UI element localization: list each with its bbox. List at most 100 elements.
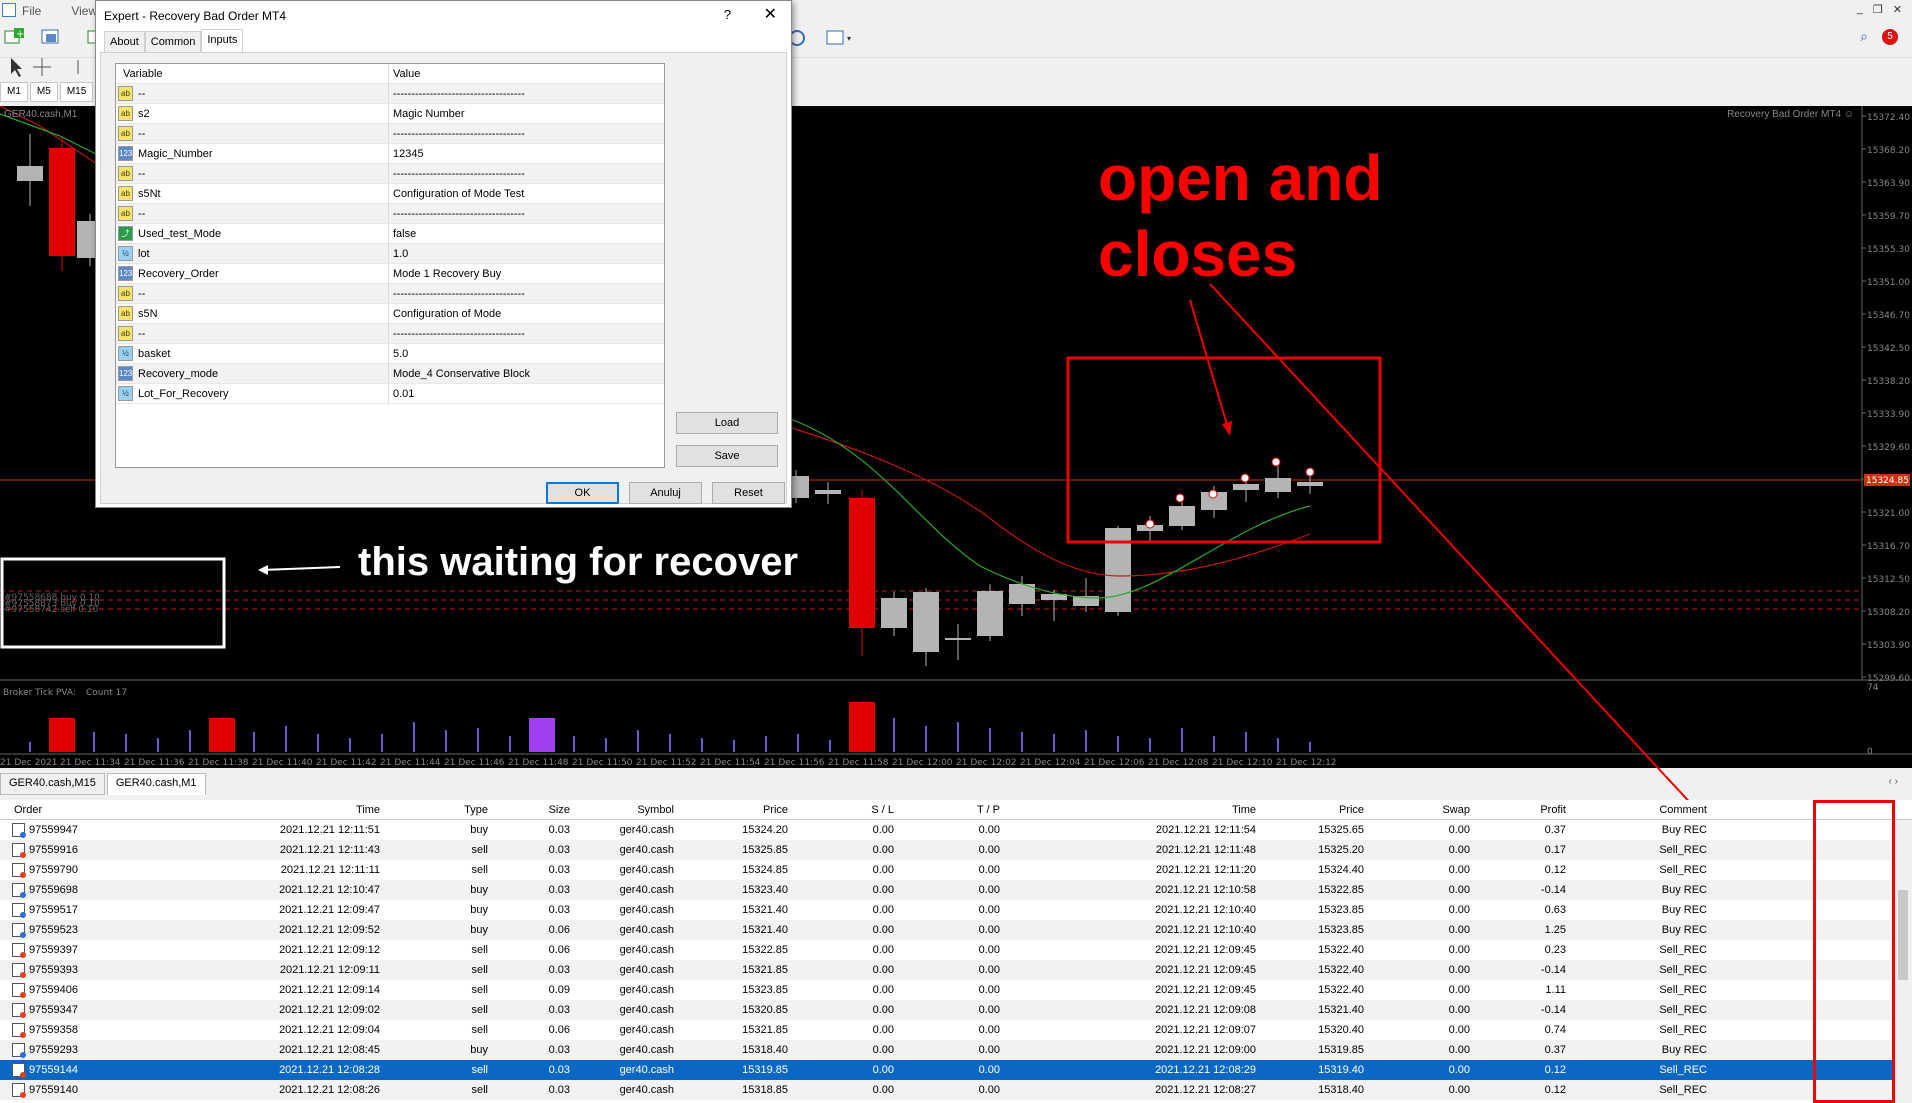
- notification-badge[interactable]: 5: [1882, 28, 1898, 45]
- order-row[interactable]: 97559517 2021.12.21 12:09:47 buy 0.03 ger40.…: [0, 900, 1912, 920]
- input-row[interactable]: ab s5Nt Configuration of Mode Test: [116, 184, 664, 204]
- save-button[interactable]: Save: [676, 445, 778, 467]
- input-variable: ab --: [116, 84, 389, 103]
- input-row[interactable]: ab -- ------------------------------------: [116, 284, 664, 304]
- order-cell-size: 0.03: [548, 864, 570, 876]
- input-value[interactable]: 12345: [389, 148, 424, 160]
- tab-common[interactable]: Common: [144, 31, 202, 54]
- input-value[interactable]: ------------------------------------: [389, 128, 525, 140]
- column-header-size[interactable]: Size: [494, 800, 576, 819]
- input-row[interactable]: 123 Recovery_mode Mode_4 Conservative Bloc…: [116, 364, 664, 384]
- input-row[interactable]: ab -- ------------------------------------: [116, 84, 664, 104]
- input-row[interactable]: 123 Magic_Number 12345: [116, 144, 664, 164]
- input-value[interactable]: Magic Number: [389, 108, 465, 120]
- input-value[interactable]: Mode_4 Conservative Block: [389, 368, 530, 380]
- timeframe-m1[interactable]: M1: [0, 82, 28, 102]
- input-value[interactable]: Mode 1 Recovery Buy: [389, 268, 501, 280]
- order-row[interactable]: 97559790 2021.12.21 12:11:11 sell 0.03 ger40…: [0, 860, 1912, 880]
- close-icon[interactable]: ✕: [1893, 3, 1902, 16]
- order-id: 97559947: [29, 824, 78, 836]
- toolbar-new-chart-icon[interactable]: +: [2, 25, 102, 55]
- timeframe-m15[interactable]: M15: [59, 82, 94, 102]
- order-row[interactable]: 97559406 2021.12.21 12:09:14 sell 0.09 ger40…: [0, 980, 1912, 1000]
- order-row[interactable]: 97559393 2021.12.21 12:09:11 sell 0.03 ger40…: [0, 960, 1912, 980]
- order-cell-profit: 1.25: [1544, 924, 1566, 936]
- input-value[interactable]: ------------------------------------: [389, 328, 525, 340]
- input-row[interactable]: ab -- ------------------------------------: [116, 124, 664, 144]
- reset-button[interactable]: Reset: [712, 482, 785, 504]
- close-icon[interactable]: ✕: [764, 4, 777, 24]
- input-row[interactable]: ½ Lot_For_Recovery 0.01: [116, 384, 664, 404]
- orders-scrollbar[interactable]: [1894, 820, 1912, 1103]
- column-header-close-price[interactable]: Price: [1262, 800, 1370, 819]
- order-row[interactable]: 97559347 2021.12.21 12:09:02 sell 0.03 ger40…: [0, 1000, 1912, 1020]
- chart-tab-m15[interactable]: GER40.cash,M15: [0, 773, 105, 795]
- column-value[interactable]: Value: [389, 68, 420, 80]
- input-value[interactable]: 0.01: [389, 388, 414, 400]
- column-header-sl[interactable]: S / L: [794, 800, 900, 819]
- restore-icon[interactable]: ❐: [1873, 3, 1883, 16]
- ok-button[interactable]: OK: [546, 482, 619, 504]
- order-row[interactable]: 97559144 2021.12.21 12:08:28 sell 0.03 ger40…: [0, 1060, 1912, 1080]
- column-header-time[interactable]: Time: [150, 800, 386, 819]
- column-header-price[interactable]: Price: [680, 800, 794, 819]
- order-cell-close-price: 15324.40: [1318, 864, 1364, 876]
- order-row[interactable]: 97559358 2021.12.21 12:09:04 sell 0.06 ger40…: [0, 1020, 1912, 1040]
- order-row[interactable]: 97559523 2021.12.21 12:09:52 buy 0.06 ger40.…: [0, 920, 1912, 940]
- column-header-profit[interactable]: Profit: [1476, 800, 1572, 819]
- order-cell-tp: 0.00: [978, 1044, 1000, 1056]
- column-header-close-time[interactable]: Time: [1006, 800, 1262, 819]
- timeframe-m5[interactable]: M5: [29, 82, 58, 102]
- order-row[interactable]: 97559698 2021.12.21 12:10:47 buy 0.03 ger40.…: [0, 880, 1912, 900]
- input-value[interactable]: 1.0: [389, 248, 408, 260]
- input-row[interactable]: ½ lot 1.0: [116, 244, 664, 264]
- order-row[interactable]: 97559293 2021.12.21 12:08:45 buy 0.03 ger40.…: [0, 1040, 1912, 1060]
- input-value[interactable]: ------------------------------------: [389, 168, 525, 180]
- order-cell-swap: 0.00: [1448, 984, 1470, 996]
- sell-order-icon: [12, 943, 26, 958]
- load-button[interactable]: Load: [676, 412, 778, 434]
- input-value[interactable]: 5.0: [389, 348, 408, 360]
- toolbar-clock-icon[interactable]: ▾: [785, 26, 855, 56]
- order-row[interactable]: 97559140 2021.12.21 12:08:26 sell 0.03 ger40…: [0, 1080, 1912, 1100]
- sell-order-icon: [12, 963, 26, 978]
- input-value[interactable]: ------------------------------------: [389, 208, 525, 220]
- column-header-symbol[interactable]: Symbol: [576, 800, 680, 819]
- menu-file[interactable]: File: [22, 4, 41, 18]
- input-value[interactable]: Configuration of Mode: [389, 308, 501, 320]
- order-row[interactable]: 97559947 2021.12.21 12:11:51 buy 0.03 ger40.…: [0, 820, 1912, 840]
- input-row[interactable]: ab s2 Magic Number: [116, 104, 664, 124]
- input-row[interactable]: ab -- ------------------------------------: [116, 204, 664, 224]
- input-row[interactable]: ⤴ Used_test_Mode false: [116, 224, 664, 244]
- scroll-thumb[interactable]: [1898, 890, 1908, 980]
- column-header-order[interactable]: Order: [0, 800, 150, 819]
- search-icon[interactable]: ⌕: [1860, 28, 1868, 45]
- order-row[interactable]: 97559397 2021.12.21 12:09:12 sell 0.06 ger40…: [0, 940, 1912, 960]
- cancel-button[interactable]: Anuluj: [629, 482, 702, 504]
- price-tick-label: 15351.00: [1867, 278, 1910, 288]
- column-header-comment[interactable]: Comment: [1561, 800, 1713, 819]
- input-value[interactable]: false: [389, 228, 416, 240]
- chart-tab-m1[interactable]: GER40.cash,M1: [106, 773, 206, 795]
- order-cell-comment: Sell_REC: [1659, 964, 1707, 976]
- input-row[interactable]: ab -- ------------------------------------: [116, 324, 664, 344]
- help-icon[interactable]: ?: [724, 7, 731, 22]
- tab-about[interactable]: About: [104, 31, 145, 54]
- input-row[interactable]: ab -- ------------------------------------: [116, 164, 664, 184]
- input-row[interactable]: 123 Recovery_Order Mode 1 Recovery Buy: [116, 264, 664, 284]
- input-row[interactable]: ½ basket 5.0: [116, 344, 664, 364]
- input-value[interactable]: ------------------------------------: [389, 88, 525, 100]
- input-row[interactable]: ab s5N Configuration of Mode: [116, 304, 664, 324]
- input-value[interactable]: Configuration of Mode Test: [389, 188, 524, 200]
- column-header-tp[interactable]: T / P: [900, 800, 1006, 819]
- order-row[interactable]: 97559916 2021.12.21 12:11:43 sell 0.03 ger40…: [0, 840, 1912, 860]
- menu-view[interactable]: View: [71, 4, 97, 18]
- minimize-icon[interactable]: _: [1857, 3, 1863, 16]
- column-header-swap[interactable]: Swap: [1370, 800, 1476, 819]
- column-variable[interactable]: Variable: [116, 64, 389, 83]
- column-header-type[interactable]: Type: [386, 800, 494, 819]
- tab-scroll-arrows[interactable]: ‹ ›: [1889, 776, 1898, 787]
- tab-inputs[interactable]: Inputs: [201, 29, 244, 52]
- order-cell-comment: Sell_REC: [1659, 984, 1707, 996]
- input-value[interactable]: ------------------------------------: [389, 288, 525, 300]
